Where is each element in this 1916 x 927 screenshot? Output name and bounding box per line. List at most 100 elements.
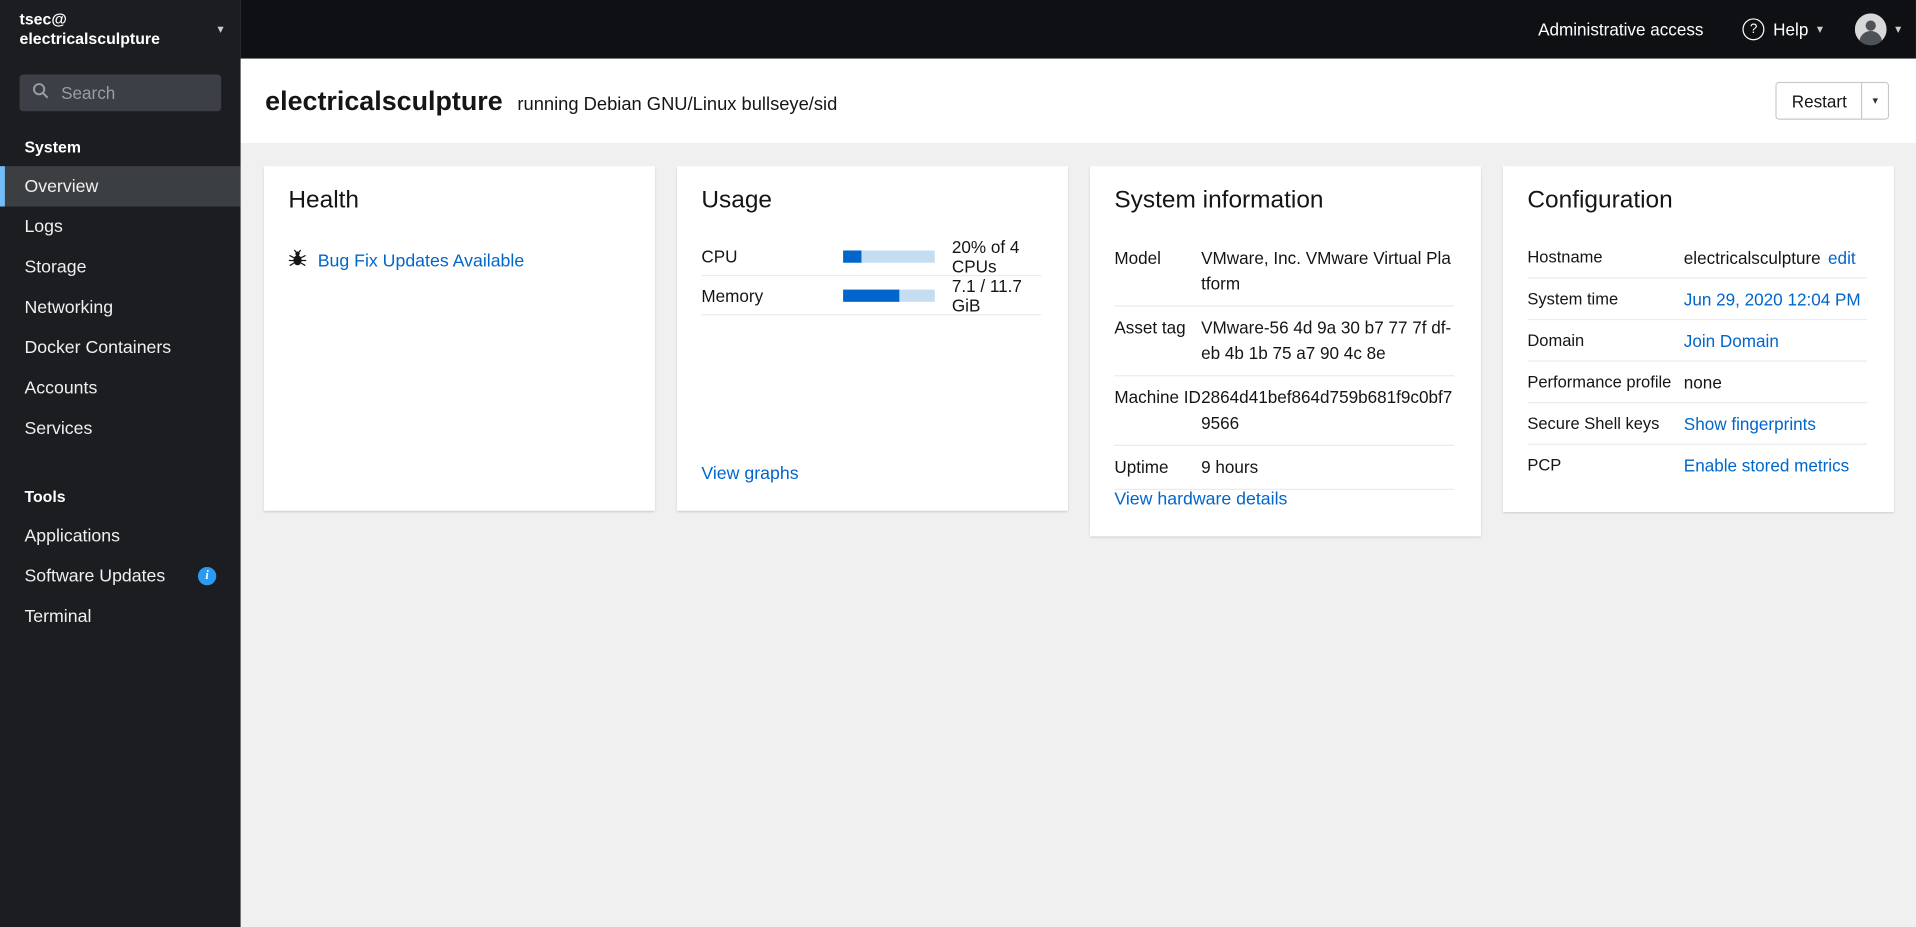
system-time-link[interactable]: Jun 29, 2020 12:04 PM [1684, 289, 1861, 309]
sidebar-item-logs[interactable]: Logs [0, 207, 241, 247]
sidebar-item-label: Terminal [24, 606, 92, 627]
configuration-card-title: Configuration [1527, 186, 1673, 214]
secure-shell-keys-label: Secure Shell keys [1527, 414, 1660, 433]
cockpit-app: tsec@ electricalsculpture ▾ System Overv… [0, 0, 1916, 927]
system-time-row: System time Jun 29, 2020 12:04 PM [1527, 279, 1868, 321]
sidebar-item-terminal[interactable]: Terminal [0, 596, 241, 636]
hostname-value: electricalsculpture [1683, 247, 1821, 267]
usage-card-footer: View graphs [701, 464, 1041, 484]
sidebar-item-label: Logs [24, 216, 63, 237]
hostname-row: Hostname electricalsculpture edit [1527, 237, 1868, 279]
domain-label: Domain [1527, 331, 1585, 350]
sidebar-item-label: Storage [24, 257, 87, 277]
cpu-usage-value: 20% of 4 CPUs [951, 237, 1020, 277]
memory-usage-row: Memory 7.1 / 11.7 GiB [701, 276, 1042, 316]
machine-id-row: Machine ID 2864d41bef864d759b681f9c0bf79… [1114, 376, 1455, 446]
restart-split-button: Restart ▾ [1775, 81, 1890, 120]
system-information-card-title: System information [1114, 186, 1324, 214]
restart-button[interactable]: Restart [1777, 83, 1862, 119]
sidebar: tsec@ electricalsculpture ▾ System Overv… [0, 0, 241, 927]
show-fingerprints-link[interactable]: Show fingerprints [1684, 414, 1816, 434]
asset-tag-value: VMware-56 4d 9a 30 b7 77 7f df-eb 4b 1b … [1201, 317, 1452, 363]
machine-id-value: 2864d41bef864d759b681f9c0bf79566 [1201, 387, 1453, 433]
configuration-card: Configuration Hostname electricalsculptu… [1502, 166, 1894, 512]
sidebar-item-applications[interactable]: Applications [0, 516, 241, 556]
sidebar-item-overview[interactable]: Overview [0, 166, 241, 207]
performance-profile-row: Performance profile none [1527, 362, 1868, 404]
administrative-access-button[interactable]: Administrative access [1531, 18, 1711, 40]
memory-usage-value: 7.1 / 11.7 GiB [951, 276, 1022, 316]
hostname-edit-link[interactable]: edit [1828, 247, 1856, 267]
sidebar-item-label: Applications [24, 526, 120, 546]
health-item: Bug Fix Updates Available [288, 249, 628, 272]
title-group: electricalsculpture running Debian GNU/L… [265, 85, 1776, 117]
asset-tag-label: Asset tag [1114, 317, 1186, 338]
current-host: electricalsculpture [19, 29, 160, 48]
sidebar-item-label: Networking [24, 297, 114, 318]
sidebar-item-docker-containers[interactable]: Docker Containers [0, 327, 241, 367]
bug-fix-updates-link[interactable]: Bug Fix Updates Available [318, 251, 525, 271]
avatar [1854, 13, 1887, 46]
host-switcher[interactable]: tsec@ electricalsculpture ▾ [0, 0, 241, 59]
chevron-down-icon: ▾ [1895, 22, 1902, 37]
sidebar-nav: System Overview Logs Storage Networking … [0, 123, 241, 636]
sidebar-item-services[interactable]: Services [0, 408, 241, 448]
sidebar-item-label: Services [24, 418, 93, 439]
memory-progress-bar [843, 289, 935, 302]
enable-stored-metrics-link[interactable]: Enable stored metrics [1684, 455, 1849, 475]
search-icon [32, 81, 49, 104]
info-icon: i [197, 566, 217, 586]
uptime-value: 9 hours [1201, 456, 1259, 477]
health-card-title: Health [288, 186, 360, 214]
system-time-label: System time [1527, 289, 1619, 308]
sidebar-item-accounts[interactable]: Accounts [0, 368, 241, 408]
pcp-row: PCP Enable stored metrics [1527, 445, 1867, 485]
performance-profile-label: Performance profile [1527, 372, 1672, 392]
system-information-card-footer: View hardware details [1114, 490, 1454, 510]
sidebar-item-label: Docker Containers [24, 337, 172, 358]
view-hardware-details-link[interactable]: View hardware details [1114, 490, 1287, 510]
help-menu[interactable]: ? Help ▾ [1742, 18, 1824, 41]
page-title: electricalsculpture [265, 84, 503, 116]
cpu-usage-row: CPU 20% of 4 CPUs [701, 237, 1042, 277]
session-menu[interactable]: ▾ [1854, 13, 1902, 46]
sidebar-item-label: Overview [24, 176, 99, 197]
chevron-down-icon: ▾ [217, 22, 224, 37]
join-domain-link[interactable]: Join Domain [1684, 331, 1779, 351]
restart-dropdown-toggle[interactable]: ▾ [1861, 83, 1888, 119]
host-switcher-label: tsec@ electricalsculpture [20, 9, 218, 49]
domain-row: Domain Join Domain [1527, 320, 1868, 362]
pcp-label: PCP [1527, 455, 1562, 475]
main-area: Administrative access ? Help ▾ ▾ electri… [240, 0, 1916, 927]
administrative-access-label: Administrative access [1538, 19, 1704, 40]
machine-id-label: Machine ID [1114, 387, 1201, 407]
asset-tag-row: Asset tag VMware-56 4d 9a 30 b7 77 7f df… [1114, 307, 1455, 377]
cpu-progress-bar [843, 250, 935, 263]
logged-in-user: tsec@ [19, 9, 67, 28]
cpu-progress-fill [843, 250, 862, 263]
model-row: Model VMware, Inc. VMware Virtual Platfo… [1114, 237, 1455, 307]
usage-card: Usage CPU 20% of 4 CPUs Memory 7.1 / 11.… [676, 166, 1068, 511]
sidebar-item-networking[interactable]: Networking [0, 287, 241, 327]
memory-label: Memory [701, 285, 764, 306]
sidebar-item-software-updates[interactable]: Software Updates i [0, 556, 241, 596]
question-circle-icon: ? [1742, 18, 1765, 41]
masthead: Administrative access ? Help ▾ ▾ [240, 0, 1916, 59]
search-input[interactable] [58, 81, 209, 104]
model-value: VMware, Inc. VMware Virtual Platform [1201, 248, 1451, 294]
view-graphs-link[interactable]: View graphs [701, 464, 798, 484]
sidebar-search [19, 74, 222, 112]
memory-progress-fill [843, 289, 900, 302]
help-label: Help [1773, 19, 1809, 40]
uptime-label: Uptime [1114, 456, 1169, 477]
overview-content: Health Bug Fix Updates Available Usage C… [240, 142, 1916, 927]
sidebar-item-label: Software Updates [24, 566, 166, 586]
sidebar-item-storage[interactable]: Storage [0, 247, 241, 287]
os-subtitle: running Debian GNU/Linux bullseye/sid [517, 93, 838, 115]
chevron-down-icon: ▾ [1816, 22, 1824, 37]
cpu-label: CPU [701, 246, 738, 267]
nav-section-tools: Tools [24, 487, 66, 506]
page-header: electricalsculpture running Debian GNU/L… [240, 58, 1916, 143]
secure-shell-keys-row: Secure Shell keys Show fingerprints [1527, 403, 1868, 445]
sidebar-item-label: Accounts [24, 378, 98, 398]
